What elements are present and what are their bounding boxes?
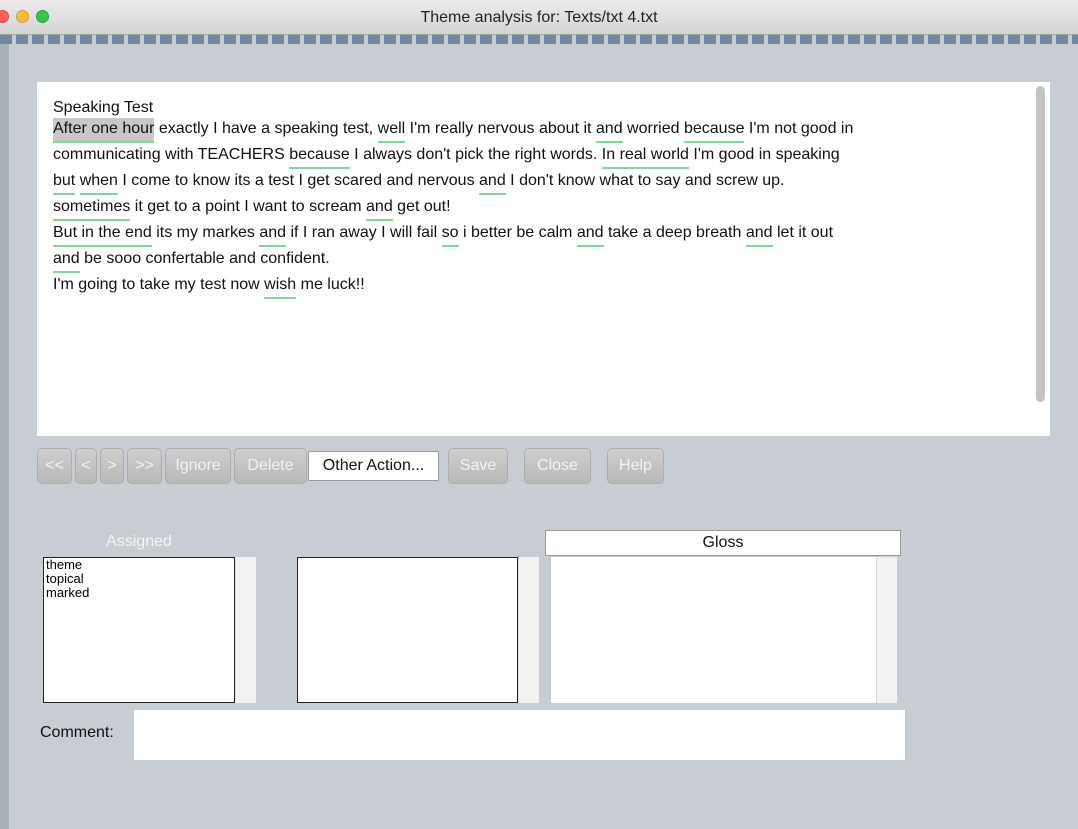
marked-word[interactable]: so	[441, 222, 459, 247]
marked-word[interactable]: when	[79, 170, 118, 195]
text-segment[interactable]: let it out	[773, 224, 833, 241]
text-line[interactable]: but when I come to know its a test I get…	[53, 170, 1023, 196]
text-segment[interactable]: I don't know what to say and screw up.	[506, 172, 784, 189]
save-button[interactable]: Save	[448, 448, 508, 484]
marked-word[interactable]: After one hour	[53, 118, 155, 143]
marked-word[interactable]: sometimes	[53, 196, 131, 221]
text-line[interactable]: sometimes it get to a point I want to sc…	[53, 196, 1023, 222]
text-segment[interactable]: i better be calm	[459, 224, 577, 241]
text-segment[interactable]: I'm not good in	[744, 120, 853, 137]
marked-word[interactable]: and	[595, 118, 623, 143]
text-segment[interactable]: I'm really nervous about it	[405, 120, 596, 137]
text-line[interactable]: I'm going to take my test now wish me lu…	[53, 274, 1023, 300]
secondary-list-scrollbar[interactable]	[518, 557, 539, 703]
text-segment[interactable]: be sooo confertable and confident.	[80, 250, 330, 267]
separator-strip	[0, 35, 1078, 44]
text-segment[interactable]: its my markes	[152, 224, 260, 241]
list-item[interactable]: topical	[44, 572, 234, 586]
gloss-list-scrollbar[interactable]	[876, 557, 897, 703]
marked-word[interactable]: wish	[264, 274, 297, 299]
marked-word[interactable]: because	[683, 118, 745, 143]
text-segment[interactable]: exactly I have a speaking test,	[154, 120, 377, 137]
marked-word[interactable]: and	[745, 222, 773, 247]
text-segment[interactable]: communicating with TEACHERS	[53, 146, 289, 163]
marked-word[interactable]: In real world	[601, 144, 689, 169]
text-line[interactable]: But in the end its my markes and if I ra…	[53, 222, 1023, 248]
text-segment[interactable]: I come to know its a test I get scared a…	[118, 172, 479, 189]
title-bar: Theme analysis for: Texts/txt 4.txt	[0, 0, 1078, 35]
marked-word[interactable]: but	[53, 170, 76, 195]
text-segment[interactable]: I'm going to take my test now	[53, 276, 264, 293]
text-segment[interactable]: it get to a point I want to scream	[130, 198, 366, 215]
comment-field[interactable]	[134, 710, 905, 760]
previous-button[interactable]: <	[75, 448, 97, 484]
marked-word[interactable]: and	[259, 222, 287, 247]
gloss-header[interactable]: Gloss	[545, 530, 901, 556]
text-segment[interactable]: Speaking Test	[53, 99, 153, 116]
window-title: Theme analysis for: Texts/txt 4.txt	[420, 9, 658, 26]
marked-word[interactable]: because	[289, 144, 350, 169]
window-edge	[0, 44, 9, 829]
marked-word[interactable]: and	[53, 248, 80, 273]
text-segment[interactable]: worried	[623, 120, 684, 137]
text-segment[interactable]: take a deep breath	[604, 224, 746, 241]
text-scrollbar[interactable]	[1036, 86, 1045, 402]
text-segment[interactable]: me luck!!	[296, 276, 365, 293]
text-content[interactable]: Speaking Test After one hour exactly I ha…	[53, 97, 1023, 300]
text-segment[interactable]: I'm good in speaking	[689, 146, 839, 163]
text-line[interactable]: communicating with TEACHERS because I al…	[53, 144, 1023, 170]
list-item[interactable]: theme	[44, 558, 234, 572]
ignore-button[interactable]: Ignore	[165, 448, 231, 484]
secondary-list[interactable]	[297, 557, 518, 703]
marked-word[interactable]: and	[366, 196, 393, 221]
assigned-list-scrollbar[interactable]	[235, 557, 256, 703]
close-button[interactable]: Close	[524, 448, 591, 484]
comment-label: Comment:	[40, 724, 114, 741]
text-segment[interactable]: if I ran away I will fail	[286, 224, 442, 241]
next-button[interactable]: >	[100, 448, 124, 484]
text-display-area[interactable]: Speaking Test After one hour exactly I ha…	[37, 82, 1050, 436]
marked-word[interactable]: well	[377, 118, 406, 143]
text-segment[interactable]: get out!	[393, 198, 450, 215]
text-line[interactable]: Speaking Test	[53, 97, 1023, 118]
text-line[interactable]: After one hour exactly I have a speaking…	[53, 118, 1023, 144]
marked-word[interactable]: But in the end	[53, 222, 152, 247]
marked-word[interactable]: and	[576, 222, 604, 247]
assigned-header: Assigned	[106, 533, 172, 550]
marked-word[interactable]: and	[479, 170, 506, 195]
assigned-list[interactable]: theme topical marked	[43, 557, 235, 703]
gloss-list[interactable]	[551, 557, 876, 703]
last-button[interactable]: >>	[127, 448, 162, 484]
other-action-button[interactable]: Other Action...	[308, 451, 439, 481]
help-button[interactable]: Help	[607, 448, 664, 484]
list-item[interactable]: marked	[44, 586, 234, 600]
delete-button[interactable]: Delete	[234, 448, 307, 484]
first-button[interactable]: <<	[37, 448, 72, 484]
text-segment[interactable]: I always don't pick the right words.	[350, 146, 602, 163]
text-line[interactable]: and be sooo confertable and confident.	[53, 248, 1023, 274]
